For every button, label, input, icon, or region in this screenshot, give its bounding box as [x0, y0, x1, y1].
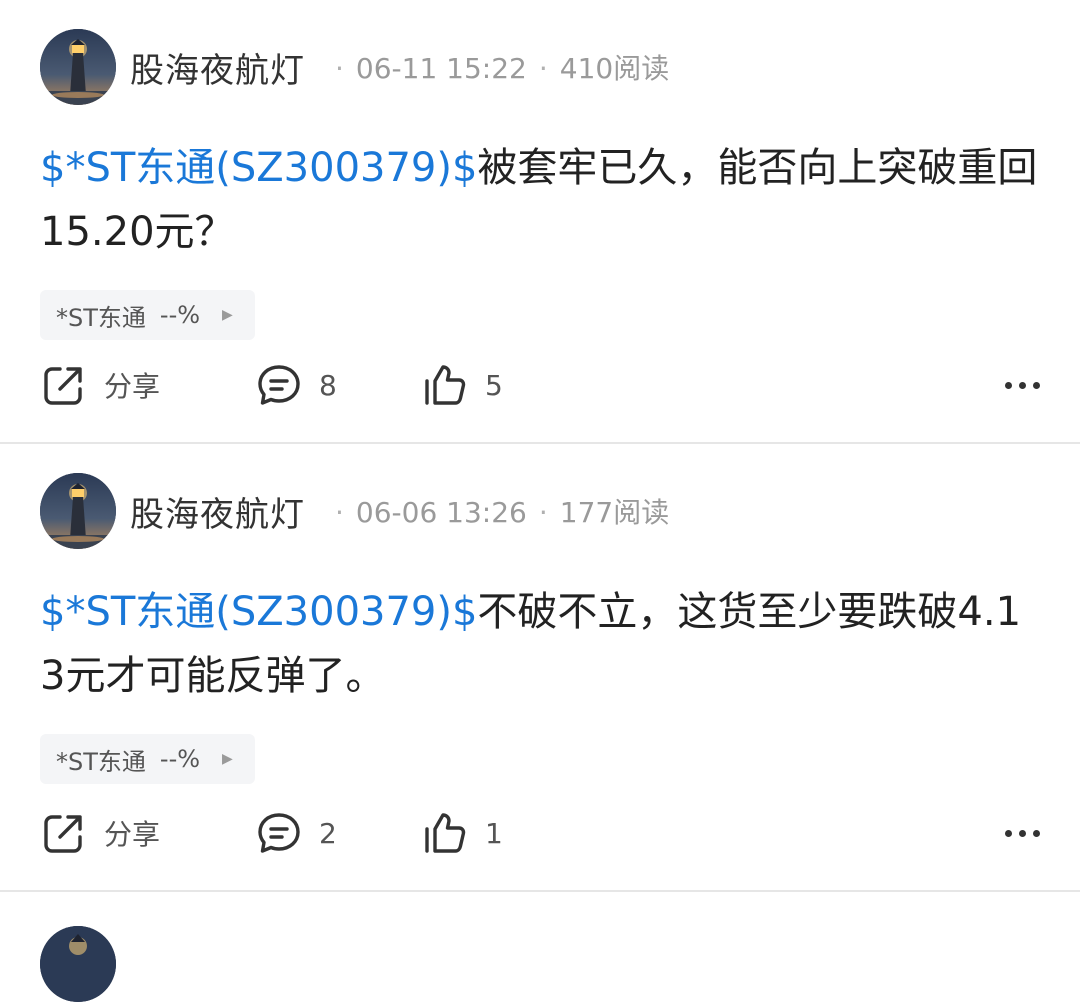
read-count: 177阅读 [559, 496, 670, 529]
more-dot [1019, 829, 1026, 837]
share-label: 分享 [104, 818, 161, 851]
action-bar: 分享 2 1 [40, 803, 1040, 863]
post-header: 股海夜航灯 · 06-06 13:26 · 177阅读 [40, 472, 1040, 550]
stock-chip[interactable]: *ST东通 --% ▶ [40, 290, 255, 340]
thumbs-up-icon [425, 813, 466, 853]
comment-icon [258, 813, 300, 853]
share-button[interactable]: 分享 [40, 361, 255, 409]
lighthouse-avatar-image [40, 926, 116, 1002]
post-content[interactable]: $*ST东通(SZ300379)$不破不立，这货至少要跌破4.13元才可能反弹了… [40, 580, 1040, 708]
separator-dot: · [335, 496, 344, 529]
author-name[interactable]: 股海夜航灯 [130, 487, 305, 536]
like-button[interactable]: 5 [421, 361, 621, 409]
comment-count: 8 [319, 368, 337, 402]
lighthouse-avatar-image [40, 29, 116, 105]
separator-dot: · [335, 52, 344, 85]
comment-button[interactable]: 8 [255, 361, 421, 409]
stock-chip-change: --% [159, 745, 201, 773]
post-card[interactable]: 股海夜航灯 · 06-11 15:22 · 410阅读 $*ST东通(SZ300379… [0, 0, 1080, 444]
comment-button[interactable]: 2 [255, 809, 421, 857]
author-name[interactable]: 股海夜航灯 [130, 43, 305, 92]
stock-chip-name: *ST东通 [56, 747, 146, 776]
post-meta: · 06-06 13:26 · 177阅读 [323, 491, 669, 531]
read-count: 410阅读 [559, 52, 670, 85]
avatar[interactable] [40, 473, 116, 549]
more-dot [1005, 381, 1012, 389]
comment-icon [258, 365, 300, 405]
share-icon [44, 367, 82, 405]
like-count: 1 [485, 816, 503, 850]
post-card[interactable]: 股海夜航灯 · 06-06 13:26 · 177阅读 $*ST东通(SZ300379… [0, 444, 1080, 892]
more-button[interactable] [1005, 820, 1040, 847]
stock-chip-name: *ST东通 [56, 303, 146, 332]
thumbs-up-icon [425, 365, 466, 405]
more-dot [1019, 381, 1026, 389]
divider [0, 890, 1080, 892]
more-button[interactable] [1005, 372, 1040, 399]
post-feed: 股海夜航灯 · 06-11 15:22 · 410阅读 $*ST东通(SZ300379… [0, 0, 1080, 892]
avatar[interactable] [40, 29, 116, 105]
next-post-avatar[interactable] [40, 926, 116, 1002]
post-meta: · 06-11 15:22 · 410阅读 [323, 47, 669, 87]
separator-dot: · [538, 52, 548, 85]
share-label: 分享 [104, 370, 161, 403]
stock-tag-link[interactable]: $*ST东通(SZ300379)$ [40, 589, 477, 635]
post-header: 股海夜航灯 · 06-11 15:22 · 410阅读 [40, 28, 1040, 106]
stock-chip-change: --% [159, 301, 201, 329]
share-icon [44, 815, 82, 853]
comment-count: 2 [319, 816, 337, 850]
stock-tag-link[interactable]: $*ST东通(SZ300379)$ [40, 145, 477, 191]
separator-dot: · [538, 496, 548, 529]
like-count: 5 [485, 368, 503, 402]
play-triangle-icon: ▶ [222, 307, 233, 323]
more-dot [1033, 381, 1040, 389]
share-button[interactable]: 分享 [40, 809, 255, 857]
more-dot [1005, 829, 1012, 837]
more-dot [1033, 829, 1040, 837]
stock-chip[interactable]: *ST东通 --% ▶ [40, 734, 255, 784]
like-button[interactable]: 1 [421, 809, 621, 857]
action-bar: 分享 8 5 [40, 355, 1040, 415]
post-content[interactable]: $*ST东通(SZ300379)$被套牢已久，能否向上突破重回15.20元？ [40, 136, 1040, 264]
post-date: 06-06 13:26 [355, 496, 527, 529]
lighthouse-avatar-image [40, 473, 116, 549]
post-date: 06-11 15:22 [355, 52, 527, 85]
play-triangle-icon: ▶ [222, 751, 233, 767]
